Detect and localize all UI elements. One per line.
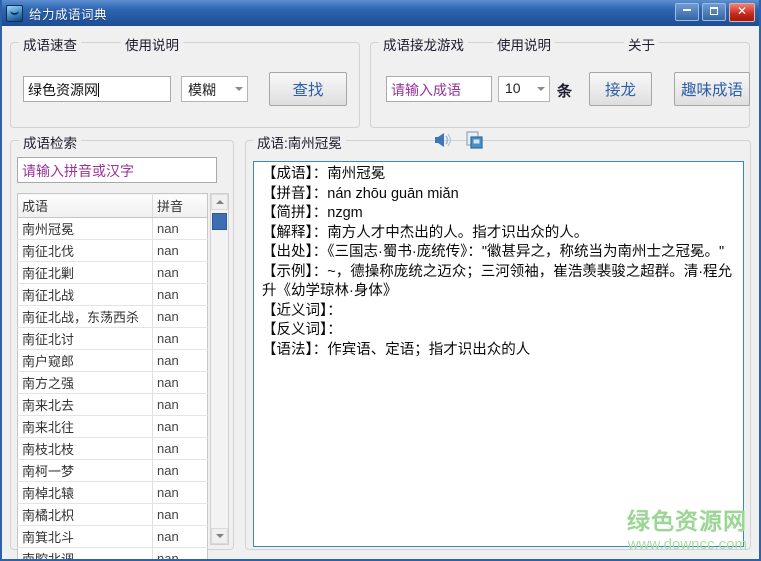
table-row[interactable]: 南枝北枝 nan [17,437,208,460]
pinyin-cell[interactable]: nan [152,261,208,284]
close-icon: ✕ [736,4,748,18]
col-header-pinyin[interactable]: 拼音 [152,193,208,218]
chain-input-hint: 请输入成语 [391,82,461,98]
idiom-cell[interactable]: 南柯一梦 [17,459,153,482]
idiom-detail-text[interactable]: 【成语】：南州冠冕 【拼音】：nán zhōu guān miǎn 【简拼】：n… [253,161,744,547]
quick-lookup-title: 成语速查 [19,34,81,54]
fun-idiom-button[interactable]: 趣味成语 [674,72,750,106]
idiom-table: 成语 拼音 南州冠冕 nan 南征北伐 nan 南征北剿 nan 南征北战 na… [17,193,208,561]
table-row[interactable]: 南箕北斗 nan [17,525,208,548]
quick-lookup-help-link[interactable]: 使用说明 [121,34,183,54]
chain-button[interactable]: 接龙 [589,72,652,106]
chain-game-group: 成语接龙游戏 使用说明 关于 请输入成语 10 条 接龙 趣味成语 [370,34,750,128]
title-bar[interactable]: 给力成语词典 ✕ [0,0,761,26]
col-header-idiom[interactable]: 成语 [17,193,153,218]
chevron-down-icon [235,87,243,91]
pinyin-cell[interactable]: nan [152,459,208,482]
pinyin-cell[interactable]: nan [152,283,208,306]
idiom-cell[interactable]: 南征北伐 [17,239,153,262]
pinyin-cell[interactable]: nan [152,525,208,548]
idiom-cell[interactable]: 南橘北枳 [17,503,153,526]
idiom-index-title: 成语检索 [19,132,81,152]
idiom-cell[interactable]: 南征北剿 [17,261,153,284]
idiom-cell[interactable]: 南来北往 [17,415,153,438]
quick-search-value: 绿色资源网 [28,82,98,98]
table-row[interactable]: 南征北伐 nan [17,239,208,262]
window-title: 给力成语词典 [29,7,108,22]
maximize-icon [710,7,718,15]
quick-lookup-group: 成语速查 使用说明 绿色资源网 模糊 查找 [10,34,360,128]
pinyin-cell[interactable]: nan [152,547,208,561]
find-button[interactable]: 查找 [269,72,347,106]
pinyin-cell[interactable]: nan [152,393,208,416]
idiom-cell[interactable]: 南征北战 [17,283,153,306]
app-icon [6,4,23,22]
count-unit-label: 条 [557,83,573,100]
index-search-input[interactable]: 请输入拼音或汉字 [17,157,217,183]
table-scrollbar[interactable] [210,193,229,545]
index-search-hint: 请输入拼音或汉字 [22,163,134,179]
idiom-cell[interactable]: 南征北讨 [17,327,153,350]
app-window: 给力成语词典 ✕ 成语速查 使用说明 绿色资源网 模糊 查找 成语接龙游戏 使用… [0,0,761,561]
pinyin-cell[interactable]: nan [152,327,208,350]
count-select[interactable]: 10 [498,76,550,102]
match-mode-select[interactable]: 模糊 [181,76,248,102]
idiom-cell[interactable]: 南枝北枝 [17,437,153,460]
pinyin-cell[interactable]: nan [152,349,208,372]
idiom-cell[interactable]: 南箕北斗 [17,525,153,548]
pinyin-cell[interactable]: nan [152,503,208,526]
idiom-cell[interactable]: 南户窥郎 [17,349,153,372]
maximize-button[interactable] [702,3,726,21]
pinyin-cell[interactable]: nan [152,415,208,438]
about-link[interactable]: 关于 [624,34,659,54]
table-row[interactable]: 南棹北辕 nan [17,481,208,504]
table-row[interactable]: 南来北去 nan [17,393,208,416]
idiom-detail-title: 成语:南州冠冕 [253,132,346,152]
table-row[interactable]: 南征北讨 nan [17,327,208,350]
pinyin-cell[interactable]: nan [152,305,208,328]
table-row[interactable]: 南腔北调 nan [17,547,208,561]
chevron-down-icon [537,87,545,91]
table-row[interactable]: 南征北战 nan [17,283,208,306]
minimize-button[interactable] [675,3,699,21]
scroll-up-arrow-icon[interactable] [211,194,228,210]
text-caret [98,83,99,97]
table-header-row: 成语 拼音 [17,193,208,218]
table-row[interactable]: 南州冠冕 nan [17,217,208,240]
idiom-cell[interactable]: 南州冠冕 [17,217,153,240]
idiom-cell[interactable]: 南来北去 [17,393,153,416]
pinyin-cell[interactable]: nan [152,437,208,460]
chain-game-title: 成语接龙游戏 [379,34,468,54]
match-mode-value: 模糊 [188,82,216,98]
scroll-down-arrow-icon[interactable] [211,528,228,544]
count-value: 10 [505,80,521,96]
pinyin-cell[interactable]: nan [152,217,208,240]
pinyin-cell[interactable]: nan [152,371,208,394]
minimize-icon [683,9,691,11]
table-row[interactable]: 南橘北枳 nan [17,503,208,526]
idiom-cell[interactable]: 南腔北调 [17,547,153,561]
idiom-detail-group: 成语:南州冠冕 【成语】：南州冠冕 【拼音】：nán zhōu guān miǎ… [245,131,751,550]
chain-input[interactable]: 请输入成语 [386,76,492,102]
close-button[interactable]: ✕ [729,3,755,22]
table-row[interactable]: 南户窥郎 nan [17,349,208,372]
table-row[interactable]: 南征北剿 nan [17,261,208,284]
table-row[interactable]: 南方之强 nan [17,371,208,394]
idiom-table-body: 南州冠冕 nan 南征北伐 nan 南征北剿 nan 南征北战 nan 南征北战… [17,217,208,561]
table-row[interactable]: 南征北战，东荡西杀 nan [17,305,208,328]
table-row[interactable]: 南来北往 nan [17,415,208,438]
table-row[interactable]: 南柯一梦 nan [17,459,208,482]
idiom-cell[interactable]: 南棹北辕 [17,481,153,504]
chain-game-help-link[interactable]: 使用说明 [493,34,555,54]
idiom-cell[interactable]: 南征北战，东荡西杀 [17,305,153,328]
copy-icon[interactable] [464,130,484,150]
quick-search-input[interactable]: 绿色资源网 [23,76,171,102]
speaker-icon[interactable] [433,130,453,150]
idiom-index-group: 成语检索 请输入拼音或汉字 成语 拼音 南州冠冕 nan 南征北伐 nan 南征… [10,132,234,561]
scrollbar-thumb[interactable] [212,213,227,230]
pinyin-cell[interactable]: nan [152,481,208,504]
idiom-cell[interactable]: 南方之强 [17,371,153,394]
pinyin-cell[interactable]: nan [152,239,208,262]
